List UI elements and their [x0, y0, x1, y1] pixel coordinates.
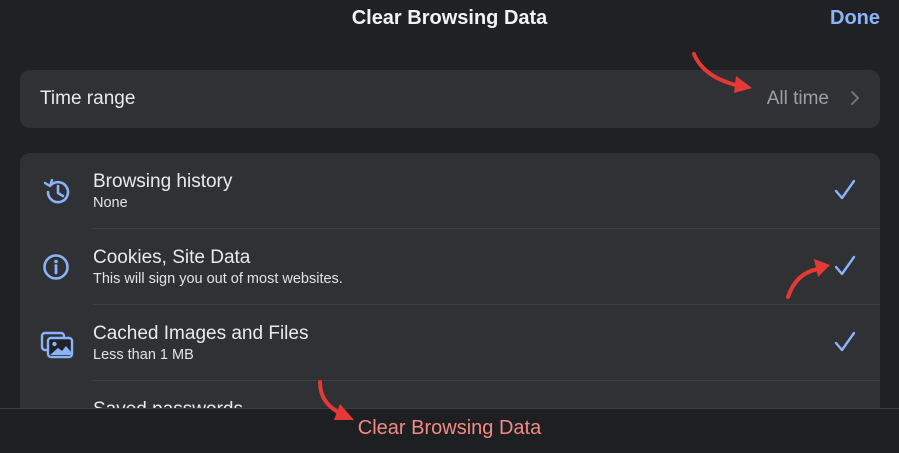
bottom-toolbar: Clear Browsing Data — [0, 408, 899, 453]
done-button[interactable]: Done — [830, 7, 880, 30]
list-item-browsing-history[interactable]: Browsing history None — [20, 153, 880, 228]
top-bar: Clear Browsing Data Done — [0, 0, 899, 40]
list-item-cookies-site-data[interactable]: Cookies, Site Data This will sign you ou… — [20, 229, 880, 304]
annotation-arrow-icon — [318, 380, 354, 420]
list-item-subtitle: None — [93, 195, 128, 211]
chevron-right-icon — [851, 91, 859, 105]
annotation-arrow-icon — [786, 259, 830, 299]
list-item-subtitle: This will sign you out of most websites. — [93, 271, 343, 287]
checkmark-icon[interactable] — [834, 331, 856, 353]
time-range-value: All time — [766, 88, 829, 109]
time-range-label: Time range — [40, 88, 136, 109]
list-item-title: Cookies, Site Data — [93, 247, 251, 268]
images-icon — [40, 331, 74, 359]
checkmark-icon[interactable] — [834, 255, 856, 277]
annotation-arrow-icon — [692, 52, 752, 93]
list-item-title: Browsing history — [93, 171, 233, 192]
info-icon — [43, 254, 69, 280]
list-item-cached-images[interactable]: Cached Images and Files Less than 1 MB — [20, 305, 880, 380]
checkmark-icon[interactable] — [834, 179, 856, 201]
page-title: Clear Browsing Data — [351, 7, 548, 29]
clear-browsing-data-button[interactable]: Clear Browsing Data — [0, 417, 899, 440]
history-icon — [43, 178, 70, 204]
list-item-title: Cached Images and Files — [93, 323, 309, 344]
list-item-subtitle: Less than 1 MB — [93, 347, 194, 363]
